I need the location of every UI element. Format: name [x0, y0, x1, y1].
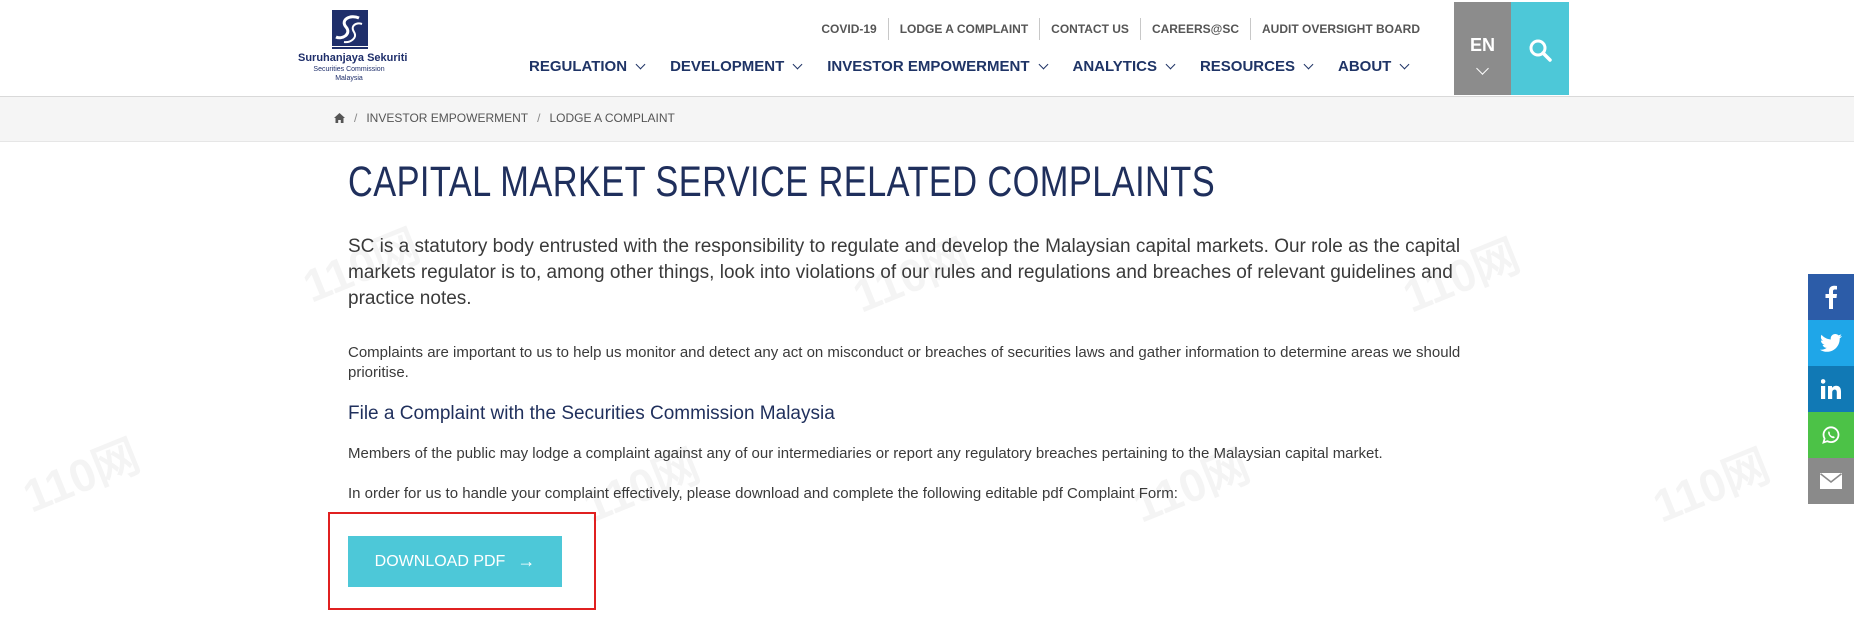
- home-icon[interactable]: [334, 113, 345, 123]
- whatsapp-icon: [1822, 426, 1840, 444]
- breadcrumb: / INVESTOR EMPOWERMENT / LODGE A COMPLAI…: [334, 111, 675, 125]
- linkedin-icon: [1821, 379, 1841, 399]
- chevron-down-icon: [635, 59, 646, 69]
- utility-nav: COVID-19 LODGE A COMPLAINT CONTACT US CA…: [810, 17, 1431, 41]
- chevron-down-icon: [792, 59, 803, 69]
- chevron-down-icon: [1038, 59, 1048, 69]
- breadcrumb-separator: /: [537, 111, 541, 125]
- nav-item-label: INVESTOR EMPOWERMENT: [827, 57, 1030, 75]
- language-code: EN: [1469, 35, 1495, 55]
- file-complaint-heading: File a Complaint with the Securities Com…: [348, 403, 835, 424]
- nav-item-development[interactable]: DEVELOPMENT: [670, 57, 803, 75]
- nav-item-about[interactable]: ABOUT: [1338, 57, 1410, 75]
- utility-link-lodge-complaint[interactable]: LODGE A COMPLAINT: [887, 18, 1039, 40]
- members-public-paragraph: Members of the public may lodge a compla…: [348, 445, 1383, 462]
- nav-item-label: DEVELOPMENT: [670, 57, 785, 75]
- nav-item-label: RESOURCES: [1199, 57, 1295, 75]
- chevron-down-icon: [1399, 59, 1410, 69]
- facebook-icon: [1825, 285, 1837, 309]
- social-share-bar: [1808, 274, 1854, 504]
- logo-line-3: Malaysia: [335, 75, 363, 82]
- share-whatsapp-button[interactable]: [1808, 412, 1854, 458]
- nav-item-label: ANALYTICS: [1072, 57, 1157, 75]
- search-button[interactable]: [1511, 2, 1569, 95]
- watermark: 110网: [1642, 430, 1778, 536]
- utility-link-audit-oversight-board[interactable]: AUDIT OVERSIGHT BOARD: [1249, 18, 1431, 40]
- watermark: 110网: [12, 420, 148, 526]
- nav-item-regulation[interactable]: REGULATION: [529, 57, 646, 75]
- twitter-icon: [1820, 334, 1842, 352]
- complaints-importance-paragraph: Complaints are important to us to help u…: [348, 344, 1461, 381]
- breadcrumb-investor-empowerment[interactable]: INVESTOR EMPOWERMENT: [366, 111, 528, 125]
- sc-logo[interactable]: Suruhanjaya Sekuriti Securities Commissi…: [298, 10, 408, 86]
- email-icon: [1820, 473, 1842, 489]
- utility-link-contact-us[interactable]: CONTACT US: [1039, 18, 1140, 40]
- nav-item-label: ABOUT: [1338, 57, 1392, 75]
- chevron-down-icon: [1165, 59, 1176, 69]
- search-icon: [1529, 39, 1552, 62]
- share-linkedin-button[interactable]: [1808, 366, 1854, 412]
- download-instructions-paragraph: In order for us to handle your complaint…: [348, 485, 1178, 502]
- logo-line-2: Securities Commission: [313, 66, 385, 73]
- main-nav: REGULATION DEVELOPMENT INVESTOR EMPOWERM…: [529, 54, 1434, 78]
- download-pdf-label: DOWNLOAD PDF: [374, 552, 506, 570]
- chevron-down-icon: [1303, 59, 1314, 69]
- share-twitter-button[interactable]: [1808, 320, 1854, 366]
- sc-emblem-icon: [332, 10, 368, 49]
- share-facebook-button[interactable]: [1808, 274, 1854, 320]
- intro-paragraph: SC is a statutory body entrusted with th…: [348, 236, 1461, 309]
- arrow-right-icon: →: [517, 551, 536, 571]
- nav-item-label: REGULATION: [529, 57, 628, 75]
- nav-item-investor-empowerment[interactable]: INVESTOR EMPOWERMENT: [827, 57, 1048, 75]
- breadcrumb-lodge-complaint[interactable]: LODGE A COMPLAINT: [549, 111, 674, 125]
- logo-line-1: Suruhanjaya Sekuriti: [298, 52, 408, 64]
- language-selector[interactable]: EN: [1454, 2, 1511, 95]
- nav-item-resources[interactable]: RESOURCES: [1199, 57, 1314, 75]
- site-header: Suruhanjaya Sekuriti Securities Commissi…: [0, 0, 1854, 97]
- utility-link-covid[interactable]: COVID-19: [810, 18, 887, 40]
- nav-item-analytics[interactable]: ANALYTICS: [1072, 57, 1176, 75]
- chevron-down-icon: [1476, 62, 1489, 75]
- download-pdf-button[interactable]: DOWNLOAD PDF →: [348, 536, 562, 587]
- page-title: CAPITAL MARKET SERVICE RELATED COMPLAINT…: [348, 158, 1216, 206]
- breadcrumb-separator: /: [354, 111, 358, 125]
- utility-link-careers[interactable]: CAREERS@SC: [1139, 18, 1250, 40]
- share-email-button[interactable]: [1808, 458, 1854, 504]
- breadcrumb-bar: / INVESTOR EMPOWERMENT / LODGE A COMPLAI…: [0, 97, 1854, 142]
